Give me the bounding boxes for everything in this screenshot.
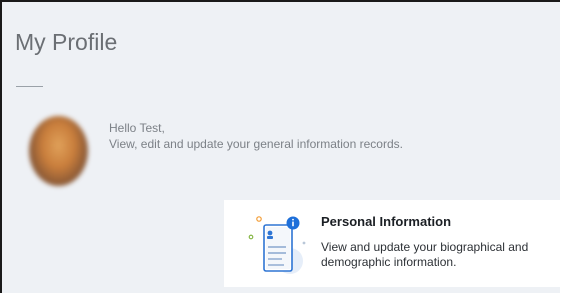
card-description: View and update your biographical and de…: [321, 240, 529, 269]
personal-information-card[interactable]: Personal Information View and update you…: [224, 200, 562, 287]
greeting-hello: Hello Test,: [109, 121, 165, 135]
personal-info-document-icon: [248, 216, 306, 274]
greeting-subtitle: View, edit and update your general infor…: [109, 137, 403, 151]
greeting: Hello Test, View, edit and update your g…: [109, 120, 403, 152]
profile-page: My Profile Hello Test, View, edit and up…: [0, 0, 562, 293]
card-title: Personal Information: [321, 214, 452, 229]
page-title: My Profile: [15, 29, 118, 55]
avatar: [29, 116, 88, 186]
title-divider: [16, 86, 43, 87]
